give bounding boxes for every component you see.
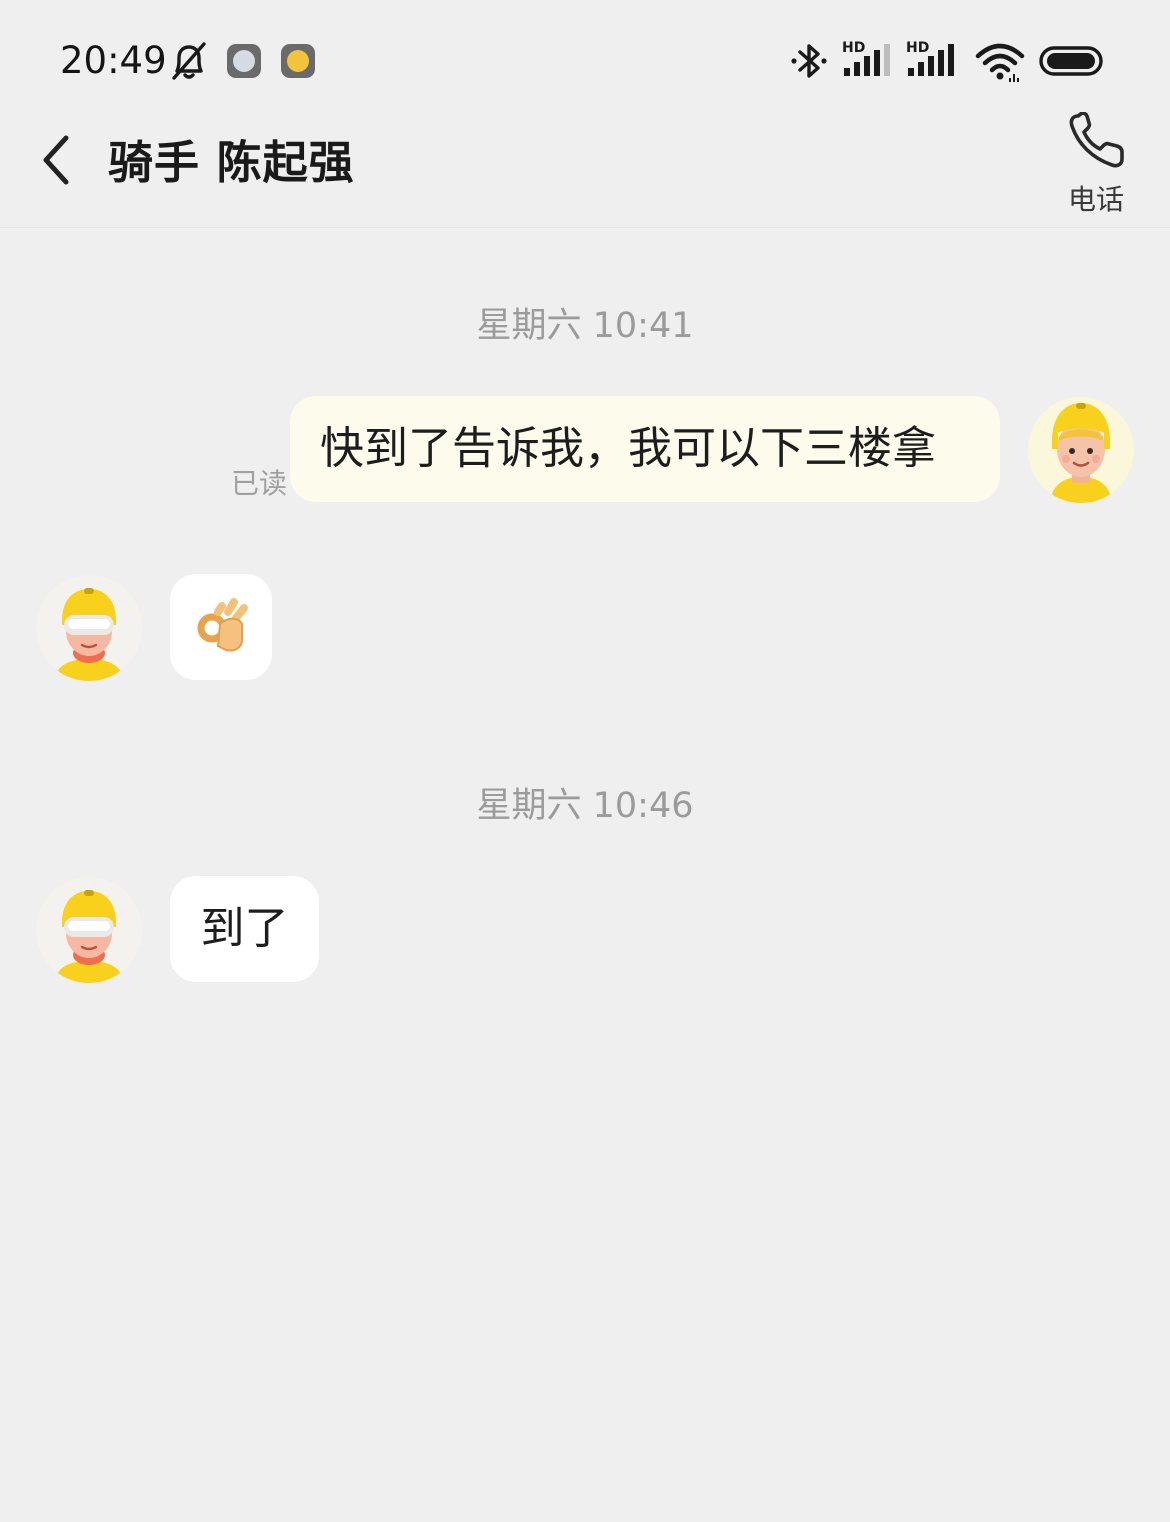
outgoing-message-bubble[interactable]: 快到了告诉我，我可以下三楼拿: [290, 396, 1000, 502]
page-title: 骑手 陈起强: [108, 136, 355, 189]
bell-off-icon: [168, 40, 210, 82]
ok-hand-emoji-icon: [197, 598, 248, 652]
wifi-icon: [974, 38, 1026, 84]
incoming-emoji-bubble[interactable]: [170, 574, 272, 680]
face-notification-icon: [281, 44, 315, 78]
bluetooth-icon: [790, 38, 828, 84]
status-bar: 20:49 HD HD: [0, 0, 1170, 112]
chat-screen: 20:49 HD HD 骑手 陈起强 电话 星期六 10:41 已读 快到了告诉…: [0, 0, 1170, 1522]
chat-notification-icon: [227, 44, 261, 78]
incoming-message-bubble[interactable]: 到了: [170, 876, 319, 982]
battery-icon: [1039, 38, 1105, 84]
message-timestamp: 星期六 10:46: [476, 786, 694, 826]
message-timestamp: 星期六 10:41: [476, 306, 694, 346]
rider-avatar[interactable]: [36, 877, 142, 983]
back-button[interactable]: [36, 132, 86, 188]
phone-icon: [1068, 112, 1128, 170]
status-time: 20:49: [60, 39, 167, 82]
user-avatar[interactable]: [1028, 397, 1134, 503]
signal-hd-label: HD: [842, 40, 865, 56]
phone-call-button[interactable]: 电话: [1050, 112, 1142, 224]
rider-avatar[interactable]: [36, 575, 142, 681]
chevron-left-icon: [43, 135, 69, 185]
phone-label: 电话: [1067, 183, 1124, 216]
chat-header: 骑手 陈起强 电话: [0, 112, 1170, 228]
signal-hd-icon: HD: [906, 38, 956, 84]
read-status: 已读: [231, 467, 288, 500]
signal-hd-icon: HD: [842, 38, 892, 84]
signal-hd-label: HD: [906, 40, 929, 56]
